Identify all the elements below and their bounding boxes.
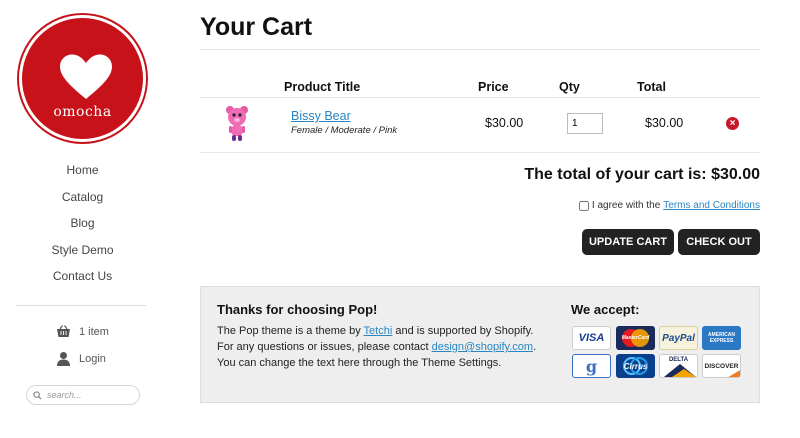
- main-nav: Home Catalog Blog Style Demo Contact Us: [0, 162, 165, 295]
- terms-label: I agree with the: [591, 200, 661, 211]
- mastercard-icon: MasterCard: [616, 326, 655, 350]
- footer-line-2: For any questions or issues, please cont…: [217, 339, 536, 355]
- paypal-icon: PayPal: [659, 326, 698, 350]
- remove-item-icon[interactable]: ×: [726, 117, 739, 130]
- product-link[interactable]: Bissy Bear: [291, 109, 351, 123]
- search-box: [26, 385, 140, 405]
- sidebar-divider: [16, 305, 146, 306]
- item-price: $30.00: [485, 116, 524, 130]
- footer-line-1: The Pop theme is a theme by Tetchi and i…: [217, 323, 533, 339]
- row-divider: [200, 152, 760, 153]
- delta-icon: DELTA: [659, 354, 698, 378]
- cart-count: 1 item: [79, 325, 109, 338]
- header-total: Total: [637, 80, 666, 94]
- terms-link[interactable]: Terms and Conditions: [663, 200, 760, 211]
- header-qty: Qty: [559, 80, 580, 94]
- card-label: PayPal: [662, 332, 695, 344]
- email-link[interactable]: design@shopify.com: [432, 341, 533, 353]
- amex-icon: AMERICAN EXPRESS: [702, 326, 741, 350]
- card-label: DELTA: [668, 357, 689, 363]
- heart-icon: [60, 54, 112, 99]
- basket-icon: [57, 325, 70, 337]
- brand-name: omocha: [53, 104, 112, 120]
- card-label: MasterCard: [621, 335, 650, 341]
- header-price: Price: [478, 80, 509, 94]
- item-total: $30.00: [645, 116, 684, 130]
- login-link[interactable]: Login: [56, 351, 106, 366]
- footer-text: .: [533, 341, 537, 353]
- nav-item-style-demo[interactable]: Style Demo: [0, 242, 165, 269]
- cart-total: The total of your cart is: $30.00: [524, 166, 760, 183]
- title-divider: [200, 49, 760, 50]
- nav-item-home[interactable]: Home: [0, 162, 165, 189]
- footer-text: The Pop theme is a theme by: [217, 325, 361, 337]
- login-label: Login: [79, 352, 106, 365]
- footer-text: and is supported by Shopify.: [395, 325, 534, 337]
- card-label: g: [585, 356, 598, 376]
- terms-agreement: I agree with the Terms and Conditions: [578, 200, 760, 211]
- footer-panel: Thanks for choosing Pop! The Pop theme i…: [200, 286, 760, 403]
- nav-item-blog[interactable]: Blog: [0, 215, 165, 242]
- nav-item-contact-us[interactable]: Contact Us: [0, 268, 165, 295]
- cart-link[interactable]: 1 item: [56, 324, 109, 339]
- search-icon: [33, 390, 42, 400]
- store-logo[interactable]: omocha: [19, 15, 146, 142]
- footer-text: For any questions or issues, please cont…: [217, 341, 429, 353]
- google-checkout-icon: g: [572, 354, 611, 378]
- header-product: Product Title: [284, 80, 361, 94]
- header-divider: [200, 97, 760, 98]
- discover-icon: DISCOVER: [702, 354, 741, 378]
- tetchi-link[interactable]: Tetchi: [364, 325, 393, 337]
- search-input[interactable]: [47, 390, 127, 400]
- footer-heading: Thanks for choosing Pop!: [217, 302, 378, 317]
- user-icon: [57, 352, 70, 366]
- update-cart-button[interactable]: UPDATE CART: [582, 229, 674, 255]
- card-label: AMERICAN EXPRESS: [708, 332, 735, 344]
- accept-heading: We accept:: [571, 302, 640, 317]
- card-label: DISCOVER: [704, 362, 739, 370]
- card-label: VISA: [578, 332, 605, 344]
- product-thumbnail[interactable]: [224, 104, 250, 142]
- cirrus-icon: Cirrus: [616, 354, 655, 378]
- terms-checkbox[interactable]: [578, 200, 589, 211]
- nav-item-catalog[interactable]: Catalog: [0, 189, 165, 216]
- card-label: Cirrus: [623, 361, 648, 371]
- visa-icon: VISA: [572, 326, 611, 350]
- checkout-button[interactable]: CHECK OUT: [678, 229, 760, 255]
- product-variant: Female / Moderate / Pink: [291, 125, 398, 136]
- footer-line-3: You can change the text here through the…: [217, 357, 502, 369]
- page-title: Your Cart: [200, 13, 313, 41]
- quantity-input[interactable]: [567, 113, 603, 134]
